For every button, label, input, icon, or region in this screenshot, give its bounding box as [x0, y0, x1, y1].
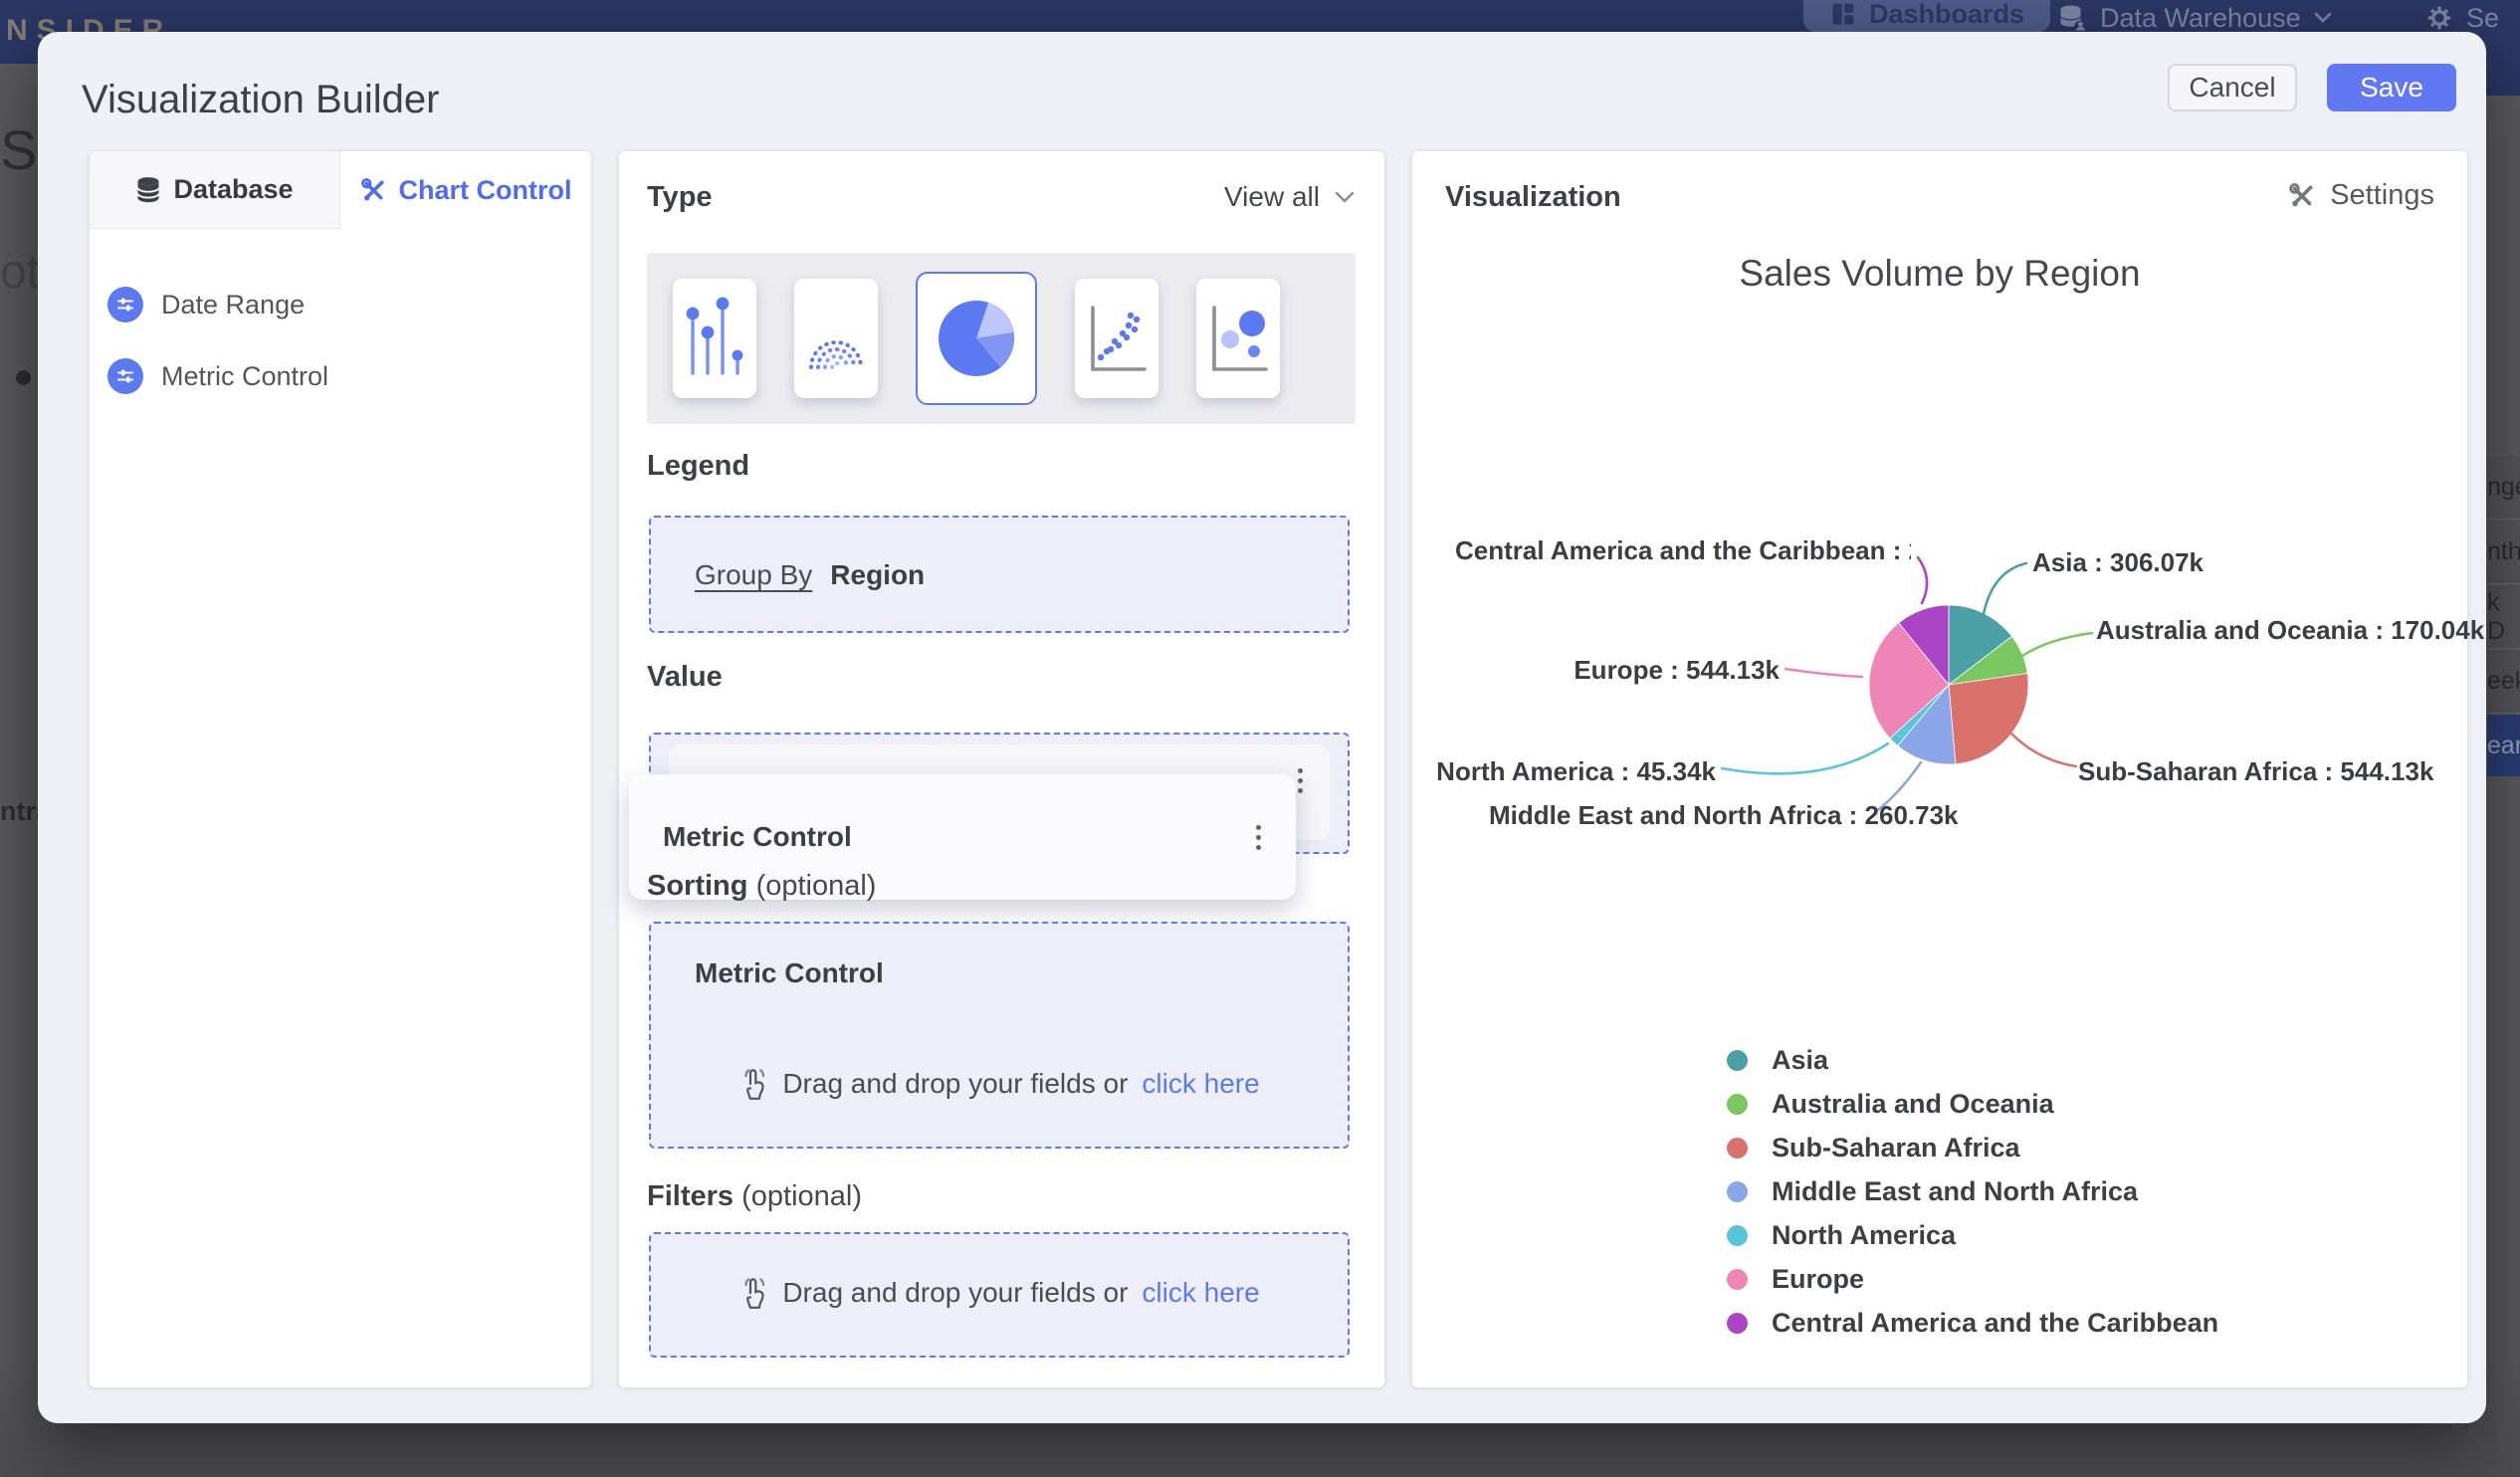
- tools-icon: [360, 177, 384, 200]
- bubble-chart-icon: [1212, 306, 1268, 371]
- drag-drop-text: Drag and drop your fields or: [782, 1277, 1129, 1308]
- screen: NSIDER Dashboards Data Warehouse Se Sal …: [0, 0, 2520, 1477]
- tab-chart-control[interactable]: Chart Control: [340, 151, 591, 229]
- nav-data-warehouse[interactable]: Data Warehouse: [2058, 0, 2333, 36]
- modal-title: Visualization Builder: [82, 78, 440, 121]
- legend-dot: [1727, 1181, 1748, 1202]
- chevron-down-icon: [1335, 191, 1355, 203]
- nav-dashboards-label: Dashboards: [1869, 0, 2025, 29]
- more-options-icon[interactable]: [1296, 768, 1304, 793]
- sidebar-panel: [90, 151, 591, 1387]
- sliders-icon: [107, 287, 143, 322]
- save-button[interactable]: Save: [2327, 64, 2456, 111]
- tap-hand-icon: [744, 1278, 765, 1309]
- legend-dot: [1727, 1269, 1748, 1290]
- dot-arch-chart-icon: [809, 340, 863, 369]
- pie-label: Sub-Saharan Africa : 544.13k: [2078, 756, 2434, 786]
- bg-fragment-bullet: [16, 370, 31, 385]
- bg-menu-item: k D: [2487, 585, 2520, 649]
- group-by-label[interactable]: Group By: [695, 559, 812, 591]
- pie-label: North America : 45.34k: [1436, 756, 1716, 786]
- lollipop-chart-icon: [686, 297, 743, 375]
- click-here-link[interactable]: click here: [1142, 1277, 1259, 1309]
- database-person-icon: [2060, 5, 2085, 31]
- tab-database-label: Database: [173, 174, 294, 204]
- sidebar-item-label: Metric Control: [161, 360, 329, 391]
- legend-dot: [1727, 1138, 1748, 1159]
- visualization-heading: Visualization: [1445, 181, 1621, 213]
- legend-item[interactable]: Central America and the Caribbean: [1727, 1308, 2218, 1339]
- sliders-icon: [107, 358, 143, 394]
- chart-type-pie-selected[interactable]: [916, 272, 1037, 405]
- chevron-down-icon: [2314, 12, 2331, 23]
- legend-dot: [1727, 1050, 1748, 1071]
- legend-dot: [1727, 1225, 1748, 1246]
- pie-label: Australia and Oceania : 170.04k: [2096, 615, 2485, 645]
- sidebar-item-date-range[interactable]: Date Range: [107, 287, 305, 322]
- sidebar-item-metric-control[interactable]: Metric Control: [107, 358, 328, 394]
- cancel-button[interactable]: Cancel: [2168, 64, 2297, 111]
- pie-chart[interactable]: [1866, 602, 2031, 767]
- nav-data-warehouse-label: Data Warehouse: [2100, 2, 2301, 33]
- dashboards-icon: [1832, 3, 1854, 25]
- view-all-label: View all: [1224, 181, 1320, 212]
- type-heading: Type: [647, 181, 713, 213]
- pie-label: Middle East and North Africa : 260.73k: [1489, 800, 1959, 830]
- click-here-link[interactable]: click here: [1142, 1068, 1259, 1100]
- bg-menu-item: nth: [2487, 521, 2520, 584]
- sidebar-item-label: Date Range: [161, 289, 306, 319]
- group-by-field[interactable]: Group By Region: [695, 559, 925, 591]
- pie-label: Central America and the Caribbean : 226.…: [1455, 535, 1911, 565]
- value-heading: Value: [647, 661, 723, 693]
- tab-database[interactable]: Database: [90, 151, 340, 229]
- chart-type-bubble[interactable]: [1196, 279, 1280, 398]
- drag-drop-text: Drag and drop your fields or: [782, 1068, 1129, 1099]
- tools-icon: [2289, 182, 2313, 206]
- settings-label: Settings: [2330, 179, 2434, 211]
- pie-label: Asia : 306.07k: [2032, 547, 2205, 577]
- chart-type-scatter[interactable]: [1075, 279, 1158, 398]
- sorting-drag-drop-hint: Drag and drop your fields or click here: [649, 1067, 1350, 1101]
- filters-heading: Filters (optional): [647, 1180, 862, 1212]
- sorting-field-label: Metric Control: [695, 957, 884, 988]
- gear-icon: [2427, 6, 2451, 30]
- view-all-dropdown[interactable]: View all: [1224, 181, 1356, 213]
- legend-item[interactable]: Europe: [1727, 1264, 2218, 1295]
- legend-item[interactable]: Asia: [1727, 1045, 2218, 1076]
- nav-settings[interactable]: Se: [2424, 0, 2499, 36]
- pie-chart-icon: [939, 301, 1014, 376]
- legend-item[interactable]: North America: [1727, 1220, 2218, 1251]
- tab-chart-control-label: Chart Control: [398, 174, 572, 205]
- pie-label: Europe : 544.13k: [1574, 655, 1780, 685]
- legend-heading: Legend: [647, 450, 750, 482]
- chart-type-lollipop[interactable]: [673, 279, 756, 398]
- bg-menu-item-selected: ear: [2487, 715, 2520, 776]
- database-icon: [137, 176, 160, 202]
- legend-item[interactable]: Australia and Oceania: [1727, 1089, 2218, 1120]
- legend-dot: [1727, 1313, 1748, 1334]
- nav-settings-label: Se: [2466, 2, 2500, 33]
- chart-type-arc[interactable]: [794, 279, 878, 398]
- bg-menu-item: nge: [2487, 456, 2520, 520]
- bg-menu-item: eek: [2487, 650, 2520, 714]
- sorting-drop-zone[interactable]: [649, 922, 1350, 1149]
- settings-button[interactable]: Settings: [2288, 179, 2434, 212]
- chart-type-strip: [647, 253, 1356, 424]
- nav-dashboards[interactable]: Dashboards: [1803, 0, 2051, 32]
- more-options-icon[interactable]: [1254, 824, 1262, 850]
- sorting-heading: Sorting (optional): [647, 870, 877, 902]
- legend-item[interactable]: Sub-Saharan Africa: [1727, 1133, 2218, 1163]
- drag-chip-label: Metric Control: [663, 821, 852, 852]
- chart-legend: Asia Australia and Oceania Sub-Saharan A…: [1727, 1045, 2218, 1339]
- chart-title: Sales Volume by Region: [1739, 253, 2141, 294]
- filters-drag-drop-hint: Drag and drop your fields or click here: [649, 1276, 1350, 1310]
- tap-hand-icon: [744, 1069, 765, 1100]
- legend-dot: [1727, 1094, 1748, 1115]
- legend-item[interactable]: Middle East and North Africa: [1727, 1176, 2218, 1207]
- group-by-value: Region: [830, 559, 926, 590]
- scatter-chart-icon: [1091, 306, 1147, 371]
